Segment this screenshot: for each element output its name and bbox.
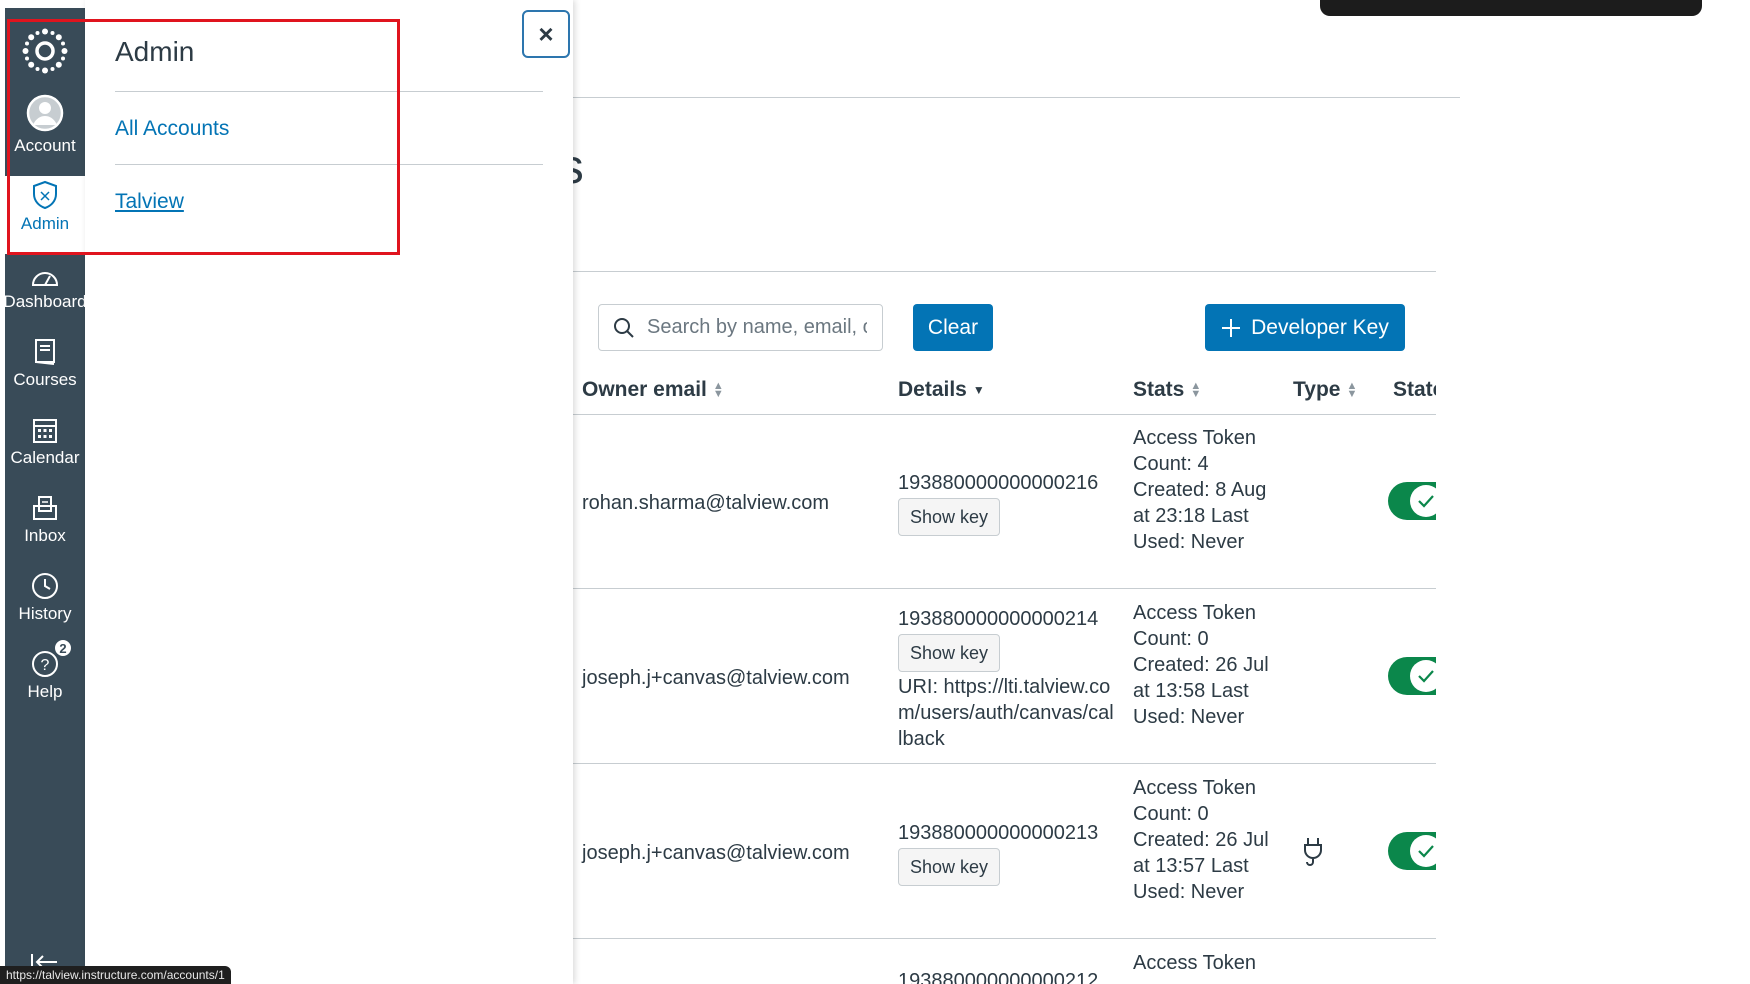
column-header-stats[interactable]: Stats ▲ ▼ (1133, 378, 1201, 402)
state-toggle[interactable] (1388, 832, 1436, 870)
row-divider (573, 414, 1436, 415)
divider (573, 271, 1436, 272)
stats-cell: Access Token (1133, 952, 1257, 974)
nav-help[interactable]: ? 2 Help (5, 638, 85, 722)
row-divider (573, 763, 1436, 764)
header-label: Stats (1133, 378, 1185, 401)
nav-label: Dashboard (3, 292, 87, 311)
nav-calendar[interactable]: Calendar (5, 410, 85, 488)
sort-icon: ▲ ▼ (1190, 380, 1202, 400)
status-bar-url: https://talview.instructure.com/accounts… (0, 966, 231, 984)
check-icon (1418, 670, 1434, 683)
sort-icon: ▲ ▼ (712, 380, 724, 400)
nav-dashboard[interactable]: Dashboard (3, 254, 87, 332)
clear-button[interactable]: Clear (913, 304, 993, 351)
header-label: State (1393, 378, 1436, 401)
notification-badge: 2 (53, 638, 73, 658)
talview-account-link[interactable]: Talview (115, 190, 184, 214)
stats-cell: Access Token Count: 4 Created: 8 Aug at … (1133, 427, 1267, 553)
plus-icon (1222, 318, 1241, 337)
details-cell: 193880000000000214 Show key URI: https:/… (898, 606, 1118, 752)
search-icon (614, 317, 634, 338)
search-field[interactable] (598, 304, 883, 351)
state-toggle[interactable] (1388, 657, 1436, 695)
details-cell: 193880000000000213 Show key (898, 820, 1118, 888)
column-header-owner-email[interactable]: Owner email ▲ ▼ (582, 378, 724, 402)
nav-label: Account (14, 136, 76, 155)
inbox-icon (31, 488, 59, 522)
owner-email: joseph.j+canvas@talview.com (582, 667, 850, 689)
nav-label: Calendar (10, 448, 80, 467)
nav-courses[interactable]: Courses (5, 332, 85, 410)
clock-icon (31, 566, 59, 600)
divider (115, 164, 543, 165)
key-id: 193880000000000214 (898, 608, 1099, 630)
stats-cell: Access Token Count: 0 Created: 26 Jul at… (1133, 602, 1269, 728)
book-icon (33, 332, 57, 366)
global-nav: Account Admin Dashboard Courses Calendar (3, 8, 87, 984)
owner-email: rohan.sharma@talview.com (582, 492, 830, 514)
tray-title: Admin (115, 36, 195, 67)
nav-inbox[interactable]: Inbox (5, 488, 85, 566)
nav-label: Courses (13, 370, 77, 389)
calendar-icon (32, 410, 58, 444)
key-id: 193880000000000216 (898, 472, 1099, 494)
nav-label: Help (27, 682, 63, 701)
nav-account[interactable]: Account (5, 94, 85, 176)
nav-label: History (18, 604, 72, 623)
avatar-icon (26, 94, 64, 132)
column-header-type[interactable]: Type ▲ ▼ (1293, 378, 1357, 402)
nav-label: Admin (20, 214, 70, 233)
admin-tray: × Admin All Accounts Talview (85, 0, 573, 984)
header-label: Type (1293, 378, 1341, 401)
show-key-button[interactable]: Show key (898, 634, 1001, 672)
canvas-logo-icon (22, 28, 68, 74)
dashboard-icon (30, 254, 60, 288)
nav-label: Inbox (24, 526, 66, 545)
column-header-state[interactable]: State (1393, 378, 1436, 402)
add-developer-key-button[interactable]: Developer Key (1205, 304, 1405, 351)
plug-icon (1300, 836, 1326, 871)
add-developer-key-label: Developer Key (1251, 315, 1389, 339)
row-divider (573, 938, 1436, 939)
all-accounts-link[interactable]: All Accounts (115, 117, 229, 141)
help-icon: ? 2 (31, 638, 73, 678)
redirect-uri: URI: https://lti.talview.com/users/auth/… (898, 676, 1114, 750)
top-dark-bar (1320, 0, 1702, 16)
show-key-button[interactable]: Show key (898, 848, 1001, 886)
check-icon (1418, 495, 1434, 508)
stats-cell: Access Token Count: 0 Created: 26 Jul at… (1133, 777, 1269, 903)
close-tray-button[interactable]: × (522, 10, 570, 58)
nav-history[interactable]: History (5, 566, 85, 644)
header-label: Details (898, 378, 967, 401)
key-id: 193880000000000213 (898, 822, 1099, 844)
divider (573, 97, 1460, 98)
divider (115, 91, 543, 92)
details-cell: 193880000000000216 Show key (898, 470, 1118, 538)
column-header-details[interactable]: Details ▼ (898, 378, 985, 402)
key-id: 193880000000000212 (898, 970, 1099, 984)
search-input[interactable] (647, 316, 867, 339)
shield-icon (31, 176, 59, 210)
owner-email: joseph.j+canvas@talview.com (582, 842, 850, 864)
state-toggle[interactable] (1388, 482, 1436, 520)
svg-text:?: ? (41, 657, 50, 674)
show-key-button[interactable]: Show key (898, 498, 1001, 536)
canvas-logo[interactable] (5, 8, 85, 94)
row-divider (573, 588, 1436, 589)
check-icon (1418, 845, 1434, 858)
sort-desc-icon: ▼ (972, 383, 985, 397)
sort-icon: ▲ ▼ (1346, 380, 1358, 400)
nav-admin[interactable]: Admin (5, 176, 85, 254)
header-label: Owner email (582, 378, 707, 401)
